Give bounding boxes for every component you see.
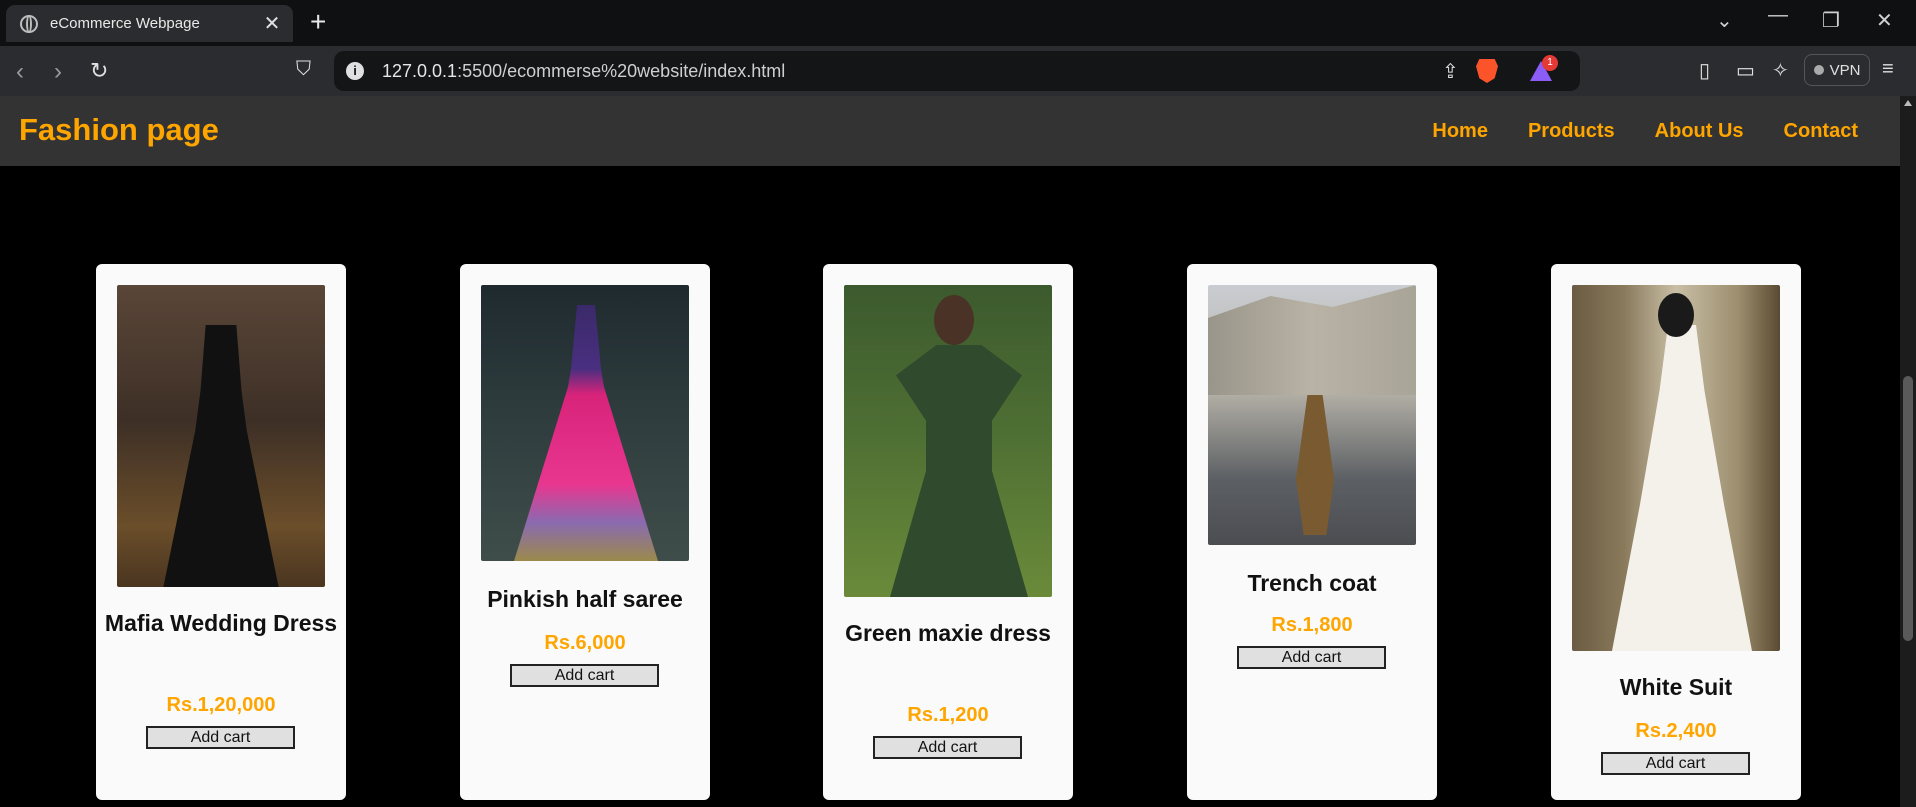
- nav-products[interactable]: Products: [1528, 120, 1615, 143]
- product-image-trench-coat: [1208, 285, 1416, 545]
- minimize-icon[interactable]: —: [1768, 4, 1788, 27]
- nav-about-us[interactable]: About Us: [1655, 120, 1744, 143]
- scroll-up-icon[interactable]: [1904, 100, 1912, 106]
- product-name: Pinkish half saree: [487, 586, 683, 612]
- product-image-wedding-dress: [117, 285, 325, 587]
- forward-icon[interactable]: ›: [54, 58, 62, 86]
- url-text[interactable]: 127.0.0.1:5500/ecommerse%20website/index…: [382, 61, 785, 82]
- address-bar[interactable]: i 127.0.0.1:5500/ecommerse%20website/ind…: [334, 51, 1580, 91]
- share-icon[interactable]: ⇪: [1442, 59, 1459, 84]
- restore-icon[interactable]: ❐: [1822, 8, 1840, 33]
- product-card: Green maxie dress Rs.1,200 Add cart: [823, 264, 1073, 800]
- product-card: White Suit Rs.2,400 Add cart: [1551, 264, 1801, 800]
- tab-search-chevron-icon[interactable]: ⌄: [1716, 8, 1733, 33]
- product-card: Mafia Wedding Dress Rs.1,20,000 Add cart: [96, 264, 346, 800]
- product-name: Mafia Wedding Dress: [104, 610, 338, 636]
- vpn-button[interactable]: VPN: [1804, 54, 1870, 86]
- page-scrollbar[interactable]: [1900, 96, 1916, 807]
- add-cart-button[interactable]: Add cart: [1601, 752, 1750, 775]
- add-cart-button[interactable]: Add cart: [510, 664, 659, 687]
- product-price: Rs.1,200: [907, 704, 989, 726]
- product-name: Green maxie dress: [845, 620, 1051, 646]
- tab-title: eCommerce Webpage: [50, 15, 200, 32]
- product-image-half-saree: [481, 285, 689, 561]
- nav-contact[interactable]: Contact: [1784, 120, 1858, 143]
- vpn-status-icon: [1813, 65, 1824, 75]
- sidebar-icon[interactable]: ▯: [1699, 58, 1710, 83]
- reload-icon[interactable]: ↻: [90, 58, 108, 84]
- globe-icon: [20, 14, 38, 33]
- bookmark-icon[interactable]: ⛉: [296, 58, 311, 81]
- product-name: Trench coat: [1247, 570, 1377, 596]
- product-price: Rs.2,400: [1635, 720, 1717, 742]
- wallet-icon[interactable]: ▭: [1736, 58, 1755, 83]
- site-info-icon[interactable]: i: [346, 62, 364, 80]
- scrollbar-thumb[interactable]: [1903, 376, 1913, 641]
- rewards-badge: 1: [1542, 55, 1558, 71]
- product-price: Rs.1,20,000: [166, 694, 276, 716]
- browser-tab-bar: eCommerce Webpage ✕ + ⌄ — ❐ ✕: [0, 0, 1916, 46]
- leo-ai-icon[interactable]: ✧: [1772, 58, 1789, 83]
- new-tab-button[interactable]: +: [310, 6, 326, 38]
- close-tab-icon[interactable]: ✕: [259, 11, 285, 36]
- add-cart-button[interactable]: Add cart: [1237, 646, 1386, 669]
- product-price: Rs.1,800: [1271, 614, 1353, 636]
- add-cart-button[interactable]: Add cart: [873, 736, 1022, 759]
- product-image-white-suit: [1572, 285, 1780, 651]
- brave-shields-icon[interactable]: [1476, 59, 1498, 83]
- site-nav: Home Products About Us Contact: [1432, 120, 1858, 143]
- site-brand: Fashion page: [19, 112, 219, 147]
- back-icon[interactable]: ‹: [16, 58, 24, 86]
- product-price: Rs.6,000: [544, 632, 626, 654]
- browser-tab[interactable]: eCommerce Webpage ✕: [6, 5, 293, 42]
- product-card: Trench coat Rs.1,800 Add cart: [1187, 264, 1437, 800]
- product-name: White Suit: [1619, 674, 1733, 700]
- browser-toolbar: ‹ › ↻ ⛉ i 127.0.0.1:5500/ecommerse%20web…: [0, 46, 1916, 96]
- window-close-icon[interactable]: ✕: [1876, 8, 1893, 33]
- product-image-green-maxi-dress: [844, 285, 1052, 597]
- web-page: Fashion page Home Products About Us Cont…: [0, 96, 1900, 807]
- product-card: Pinkish half saree Rs.6,000 Add cart: [460, 264, 710, 800]
- menu-icon[interactable]: ≡: [1882, 58, 1894, 81]
- nav-home[interactable]: Home: [1432, 120, 1488, 143]
- add-cart-button[interactable]: Add cart: [146, 726, 295, 749]
- site-header: Fashion page Home Products About Us Cont…: [0, 96, 1900, 166]
